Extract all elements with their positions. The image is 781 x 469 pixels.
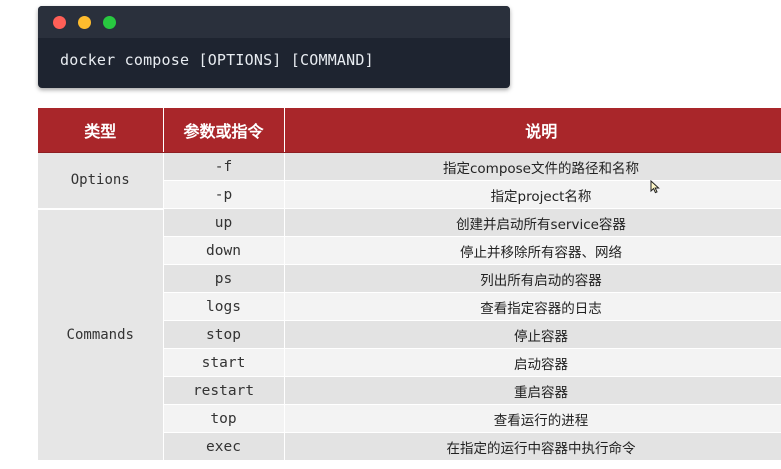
desc-cell: 创建并启动所有service容器 (284, 208, 781, 237)
compose-command-table: 类型 参数或指令 说明 Options -f 指定compose文件的路径和名称 -p… (38, 108, 781, 462)
table-header-row: 类型 参数或指令 说明 (38, 108, 781, 153)
desc-cell: 停止并移除所有容器、网络 (284, 236, 781, 265)
terminal-body: docker compose [OPTIONS] [COMMAND] (38, 38, 510, 88)
header-type: 类型 (38, 108, 164, 153)
table-row: Options -f 指定compose文件的路径和名称 (38, 152, 781, 210)
desc-cell: 列出所有启动的容器 (284, 264, 781, 293)
minimize-window-icon[interactable] (78, 16, 91, 29)
table-body: Options -f 指定compose文件的路径和名称 -p 指定project名称 C… (38, 152, 781, 462)
param-cell: -p (163, 180, 285, 209)
desc-cell: 在指定的运行中容器中执行命令 (284, 432, 781, 461)
type-cell: Commands (38, 208, 164, 462)
terminal-title-bar (38, 6, 510, 38)
terminal-window: docker compose [OPTIONS] [COMMAND] (38, 6, 510, 88)
param-cell: restart (163, 376, 285, 405)
param-cell: top (163, 404, 285, 433)
desc-cell: 指定project名称 (284, 180, 781, 209)
slide: docker compose [OPTIONS] [COMMAND] 类型 参数… (0, 0, 781, 469)
desc-cell: 查看指定容器的日志 (284, 292, 781, 321)
type-cell: Options (38, 152, 164, 210)
desc-cell: 启动容器 (284, 348, 781, 377)
param-cell: exec (163, 432, 285, 461)
header-param: 参数或指令 (163, 108, 285, 153)
close-window-icon[interactable] (53, 16, 66, 29)
mouse-cursor-icon (650, 180, 660, 194)
param-cell: ps (163, 264, 285, 293)
desc-cell: 指定compose文件的路径和名称 (284, 152, 781, 181)
param-cell: logs (163, 292, 285, 321)
desc-cell: 查看运行的进程 (284, 404, 781, 433)
desc-cell: 重启容器 (284, 376, 781, 405)
param-cell: start (163, 348, 285, 377)
maximize-window-icon[interactable] (103, 16, 116, 29)
table-row: Commands up 创建并启动所有service容器 (38, 208, 781, 462)
param-cell: -f (163, 152, 285, 181)
header-desc: 说明 (284, 108, 781, 153)
terminal-command: docker compose [OPTIONS] [COMMAND] (60, 51, 374, 69)
param-cell: up (163, 208, 285, 237)
param-cell: down (163, 236, 285, 265)
desc-cell: 停止容器 (284, 320, 781, 349)
param-cell: stop (163, 320, 285, 349)
